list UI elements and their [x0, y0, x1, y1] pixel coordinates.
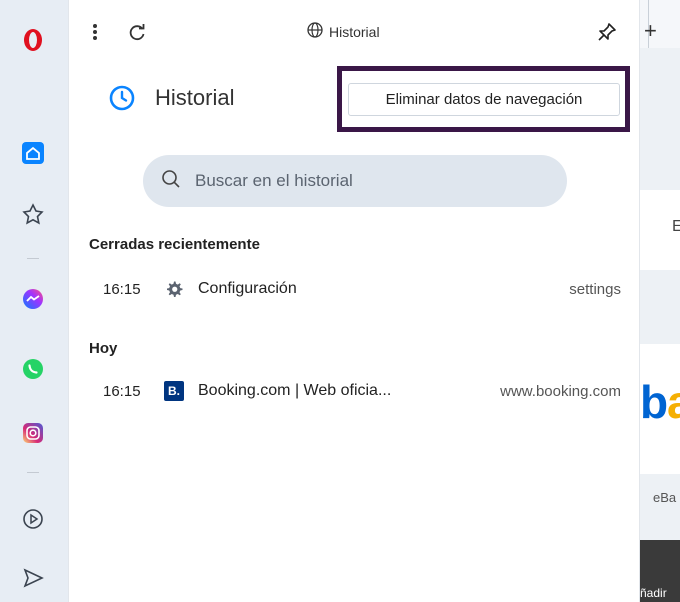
svg-text:a: a: [667, 380, 680, 424]
background-text-fragment: eBa: [653, 490, 677, 505]
row-time: 16:15: [103, 280, 141, 298]
history-row[interactable]: 16:15 Configuración settings: [69, 267, 639, 311]
clear-browsing-data-button[interactable]: Eliminar datos de navegación: [348, 83, 620, 116]
history-search-box[interactable]: [143, 155, 567, 207]
history-panel: Historial Historial Eliminar datos de na…: [68, 0, 640, 602]
home-icon[interactable]: [20, 140, 46, 166]
section-heading: Cerradas recientemente: [89, 236, 260, 253]
background-image-fragment: ñadir: [638, 540, 680, 602]
row-title: Configuración: [198, 280, 297, 297]
background-text-fragment: E: [672, 218, 680, 235]
row-host: settings: [569, 280, 621, 298]
history-row[interactable]: 16:15 B. Booking.com | Web oficia... www…: [69, 369, 639, 413]
address-label: Historial: [307, 22, 380, 41]
row-time: 16:15: [103, 382, 141, 400]
highlight-frame: Eliminar datos de navegación: [337, 66, 630, 132]
panel-toolbar: Historial: [69, 0, 639, 64]
search-input[interactable]: [195, 171, 515, 191]
player-icon[interactable]: [20, 506, 46, 532]
background-card: E: [638, 190, 680, 270]
booking-favicon: B.: [164, 381, 184, 401]
sidebar-divider: [27, 258, 39, 259]
send-icon[interactable]: [20, 565, 46, 591]
background-text-fragment: ñadir: [640, 586, 667, 600]
instagram-icon[interactable]: [20, 420, 46, 446]
whatsapp-icon[interactable]: [20, 356, 46, 382]
row-host: www.booking.com: [500, 382, 621, 400]
opera-logo[interactable]: [20, 27, 46, 53]
bookmark-icon[interactable]: [20, 201, 46, 227]
messenger-icon[interactable]: [20, 286, 46, 312]
page-title: Historial: [155, 85, 235, 110]
gear-icon: [164, 279, 184, 299]
section-heading: Hoy: [89, 340, 118, 357]
menu-icon[interactable]: [87, 14, 103, 50]
search-icon: [161, 169, 181, 194]
ebay-logo-fragment: ba: [640, 376, 680, 428]
background-page: E ba eBa ñadir: [638, 0, 680, 602]
svg-text:b: b: [640, 380, 668, 424]
booking-favicon-letter: B.: [168, 384, 180, 398]
background-card: ba: [638, 344, 680, 474]
globe-icon: [307, 22, 323, 41]
reload-icon[interactable]: [125, 14, 149, 50]
opera-sidebar: [0, 0, 68, 602]
new-tab-button[interactable]: +: [644, 18, 657, 44]
sidebar-divider: [27, 472, 39, 473]
pin-icon[interactable]: [595, 14, 619, 50]
tab-title: Historial: [329, 23, 380, 40]
row-title: Booking.com | Web oficia...: [198, 382, 392, 399]
clock-icon: [108, 84, 136, 117]
